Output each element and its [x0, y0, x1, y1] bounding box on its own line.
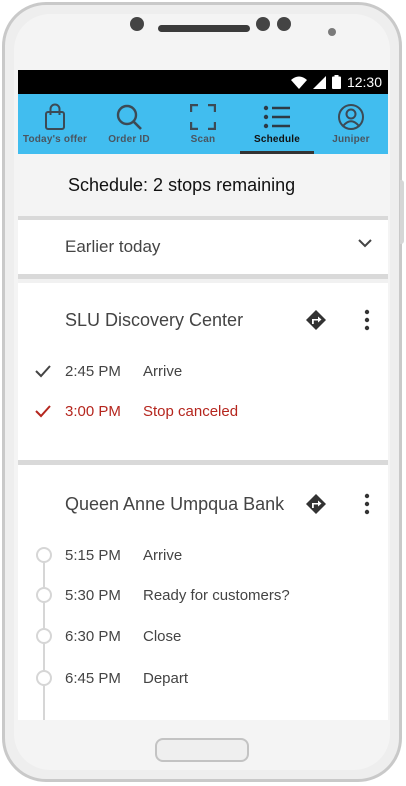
stop-header: SLU Discovery Center — [18, 295, 388, 345]
schedule-event[interactable]: 6:30 PM Close — [18, 624, 388, 648]
event-label: Depart — [143, 669, 189, 687]
account-icon — [338, 104, 364, 130]
page-title: Schedule: 2 stops remaining — [18, 154, 388, 220]
list-icon — [263, 105, 290, 129]
event-time: 3:00 PM — [65, 402, 121, 420]
earpiece-speaker — [158, 25, 250, 32]
schedule-event[interactable]: 2:45 PM Arrive — [18, 359, 388, 383]
stop-header: Queen Anne Umpqua Bank — [18, 479, 388, 529]
scan-frame-icon — [190, 104, 216, 130]
pending-circle-icon — [36, 628, 52, 644]
schedule-event[interactable]: 5:30 PM Ready for customers? — [18, 583, 388, 607]
check-icon — [35, 365, 51, 378]
sensor-dot-left — [256, 17, 270, 31]
more-options-icon[interactable] — [364, 493, 370, 515]
shopping-bag-icon — [45, 103, 65, 130]
event-label: Ready for customers? — [143, 586, 290, 604]
status-time: 12:30 — [346, 74, 382, 90]
search-icon — [116, 104, 142, 130]
stop-card: Queen Anne Umpqua Bank 5:15 PM Arrive 5:… — [18, 465, 388, 720]
home-button[interactable] — [155, 738, 249, 762]
sensor-dot-right — [277, 17, 291, 31]
event-time: 6:30 PM — [65, 627, 121, 645]
front-camera — [130, 17, 144, 31]
stop-card: SLU Discovery Center 2:45 PM Arrive 3:00… — [18, 283, 388, 465]
tab-bar: Today's offer Order ID Scan Schedule Jun… — [18, 94, 388, 154]
check-icon — [35, 405, 51, 418]
status-bar: 12:30 — [18, 70, 388, 94]
schedule-event[interactable]: 5:15 PM Arrive — [18, 543, 388, 567]
earlier-today-accordion[interactable]: Earlier today — [18, 220, 388, 279]
event-label: Arrive — [143, 546, 183, 564]
more-options-icon[interactable] — [364, 309, 370, 331]
pending-circle-icon — [36, 547, 52, 563]
wifi-icon — [290, 76, 307, 89]
tab-schedule[interactable]: Schedule — [240, 94, 314, 154]
chevron-down-icon — [358, 239, 372, 248]
tab-label: Schedule — [253, 134, 301, 145]
tab-juniper[interactable]: Juniper — [314, 94, 388, 154]
event-label: Stop canceled — [143, 402, 239, 420]
event-label: Close — [143, 627, 182, 645]
schedule-event[interactable]: 6:45 PM Depart — [18, 666, 388, 690]
stop-name: SLU Discovery Center — [65, 309, 244, 330]
pending-circle-icon — [36, 587, 52, 603]
event-label: Arrive — [143, 362, 183, 380]
directions-icon[interactable] — [305, 493, 327, 515]
directions-icon[interactable] — [305, 309, 327, 331]
side-button — [400, 180, 404, 244]
tab-label: Juniper — [332, 134, 370, 145]
event-time: 2:45 PM — [65, 362, 121, 380]
tab-scan[interactable]: Scan — [166, 94, 240, 154]
signal-icon — [312, 75, 326, 89]
battery-icon — [331, 75, 341, 89]
tab-label: Order ID — [108, 134, 150, 145]
app-screen: 12:30 Today's offer Order ID Scan Schedu… — [18, 70, 388, 720]
earlier-today-label: Earlier today — [65, 237, 161, 256]
tab-order-id[interactable]: Order ID — [92, 94, 166, 154]
event-time: 5:15 PM — [65, 546, 121, 564]
stop-name: Queen Anne Umpqua Bank — [65, 493, 285, 514]
tab-label: Today's offer — [22, 134, 88, 145]
pending-circle-icon — [36, 670, 52, 686]
proximity-sensor — [328, 28, 336, 36]
event-time: 5:30 PM — [65, 586, 121, 604]
tab-label: Scan — [190, 134, 216, 145]
event-time: 6:45 PM — [65, 669, 121, 687]
schedule-event-canceled[interactable]: 3:00 PM Stop canceled — [18, 399, 388, 423]
tab-todays-offer[interactable]: Today's offer — [18, 94, 92, 154]
